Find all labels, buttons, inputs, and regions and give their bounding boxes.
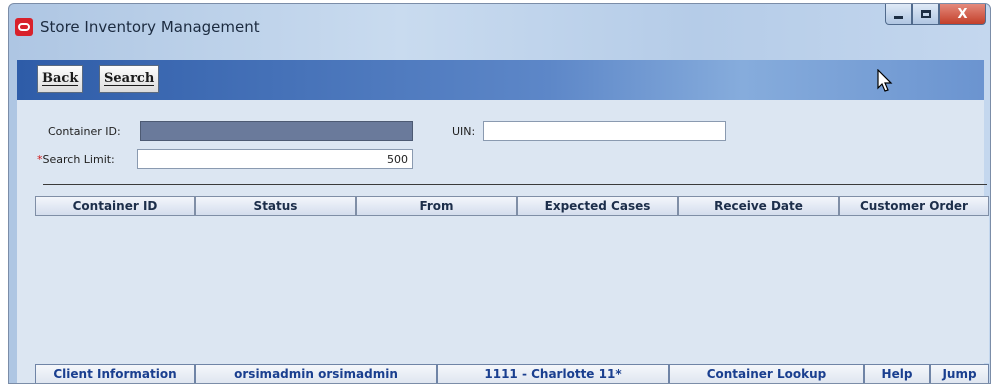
minimize-button[interactable] — [885, 4, 912, 25]
search-button[interactable]: Search — [99, 65, 160, 93]
status-bar: Client Information orsimadmin orsimadmin… — [35, 364, 989, 383]
title-bar[interactable]: Store Inventory Management X — [9, 4, 990, 54]
search-limit-field[interactable]: 500 — [137, 149, 413, 169]
column-header-expected-cases[interactable]: Expected Cases — [517, 196, 678, 216]
column-header-container-id[interactable]: Container ID — [35, 196, 195, 216]
search-limit-label: Search Limit: — [42, 153, 115, 166]
screen-status: Container Lookup — [669, 364, 864, 383]
table-header: Container ID Status From Expected Cases … — [35, 196, 989, 216]
container-id-field[interactable] — [140, 121, 413, 141]
minimize-icon — [894, 15, 903, 19]
column-header-customer-order[interactable]: Customer Order — [839, 196, 989, 216]
window-title: Store Inventory Management — [40, 18, 260, 36]
close-button[interactable]: X — [939, 4, 986, 25]
column-header-status[interactable]: Status — [195, 196, 356, 216]
divider — [43, 184, 987, 185]
search-button-label: Search — [104, 71, 155, 86]
mouse-pointer-icon — [877, 69, 893, 92]
app-window: Store Inventory Management X Back Search… — [8, 3, 991, 384]
back-button-label: Back — [42, 71, 79, 86]
column-header-receive-date[interactable]: Receive Date — [678, 196, 839, 216]
client-information-link[interactable]: Client Information — [35, 364, 195, 383]
user-status: orsimadmin orsimadmin — [195, 364, 437, 383]
maximize-icon — [920, 10, 931, 18]
store-status: 1111 - Charlotte 11* — [437, 364, 669, 383]
results-table-body[interactable] — [35, 216, 989, 363]
toolbar: Back Search — [17, 60, 984, 100]
close-icon: X — [957, 6, 968, 22]
window-controls: X — [885, 4, 986, 25]
jump-link[interactable]: Jump — [930, 364, 989, 383]
uin-label: UIN: — [452, 125, 476, 138]
maximize-button[interactable] — [912, 4, 939, 25]
search-panel: Container ID: UIN: *Search Limit: 500 Co… — [17, 100, 989, 383]
container-id-label: Container ID: — [48, 125, 121, 138]
uin-field[interactable] — [483, 121, 726, 141]
column-header-from[interactable]: From — [356, 196, 517, 216]
search-limit-label-group: *Search Limit: — [37, 153, 115, 166]
oracle-logo-icon — [15, 18, 33, 36]
back-button[interactable]: Back — [37, 65, 84, 93]
help-link[interactable]: Help — [864, 364, 930, 383]
